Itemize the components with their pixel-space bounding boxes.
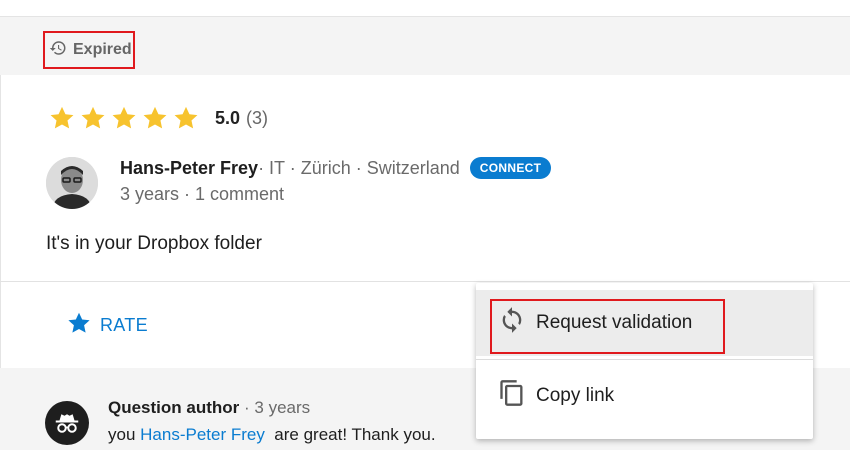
star-icon bbox=[141, 104, 169, 132]
status-expired-badge: Expired bbox=[43, 31, 135, 69]
comment-header: Question author · 3 years bbox=[108, 398, 310, 418]
comment-author: Question author bbox=[108, 398, 240, 417]
rating-score: 5.0 bbox=[215, 107, 241, 128]
rating: 5.0 (3) bbox=[48, 104, 268, 132]
comment-prefix: you bbox=[108, 425, 141, 444]
menu-item-label: Copy link bbox=[536, 385, 615, 406]
rate-button[interactable]: RATE bbox=[66, 310, 148, 341]
divider bbox=[0, 281, 850, 282]
star-rating bbox=[48, 104, 200, 132]
star-icon bbox=[79, 104, 107, 132]
comment-mention-link[interactable]: Hans-Peter Frey bbox=[140, 425, 265, 444]
author-line: Hans-Peter Frey · IT · Zürich · Switzerl… bbox=[120, 157, 552, 179]
rate-label: RATE bbox=[100, 315, 148, 335]
answer-sub-meta: 3 years · 1 comment bbox=[120, 184, 285, 204]
comment-body: you Hans-Peter Frey are great! Thank you… bbox=[108, 425, 436, 445]
answer-text: It's in your Dropbox folder bbox=[46, 233, 262, 254]
star-icon bbox=[110, 104, 138, 132]
comment-suffix: are great! Thank you. bbox=[264, 425, 436, 444]
star-icon bbox=[48, 104, 76, 132]
author-avatar[interactable] bbox=[46, 157, 98, 209]
author-name[interactable]: Hans-Peter Frey bbox=[120, 158, 258, 179]
star-icon bbox=[66, 310, 92, 341]
connect-button[interactable]: CONNECT bbox=[469, 157, 552, 179]
incognito-avatar-icon bbox=[45, 401, 89, 445]
author-meta: · IT · Zürich · Switzerland bbox=[258, 157, 460, 178]
request-validation-highlight bbox=[490, 299, 725, 354]
star-icon bbox=[172, 104, 200, 132]
status-label: Expired bbox=[73, 41, 132, 58]
menu-separator bbox=[476, 359, 813, 360]
comment-time: · 3 years bbox=[239, 398, 311, 417]
menu-item-copy-link[interactable]: Copy link bbox=[476, 363, 813, 429]
history-icon bbox=[49, 39, 67, 62]
rating-count: (3) bbox=[246, 107, 269, 128]
copy-icon bbox=[498, 379, 526, 413]
